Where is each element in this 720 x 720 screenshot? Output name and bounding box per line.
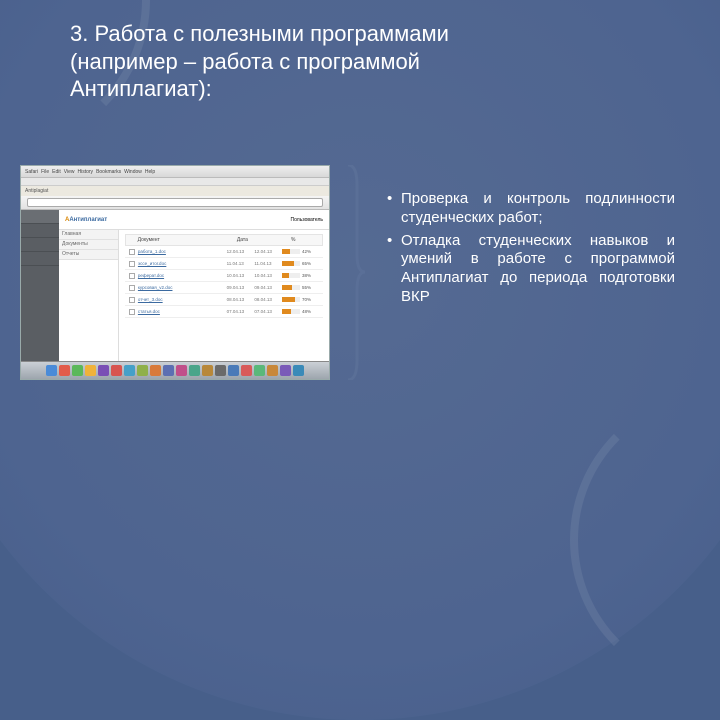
sidenav-item: Отчеты (59, 250, 118, 260)
menu-item: Window (124, 169, 142, 175)
dock-icon (46, 365, 57, 376)
table-row: курсовая_v2.doc09.04.1309.04.1355% (125, 282, 323, 294)
dock-icon (85, 365, 96, 376)
dock-icon (111, 365, 122, 376)
dock-icon (189, 365, 200, 376)
dock-icon (98, 365, 109, 376)
user-label: Пользователь (291, 217, 323, 223)
curly-bracket-icon (345, 165, 365, 380)
menu-item: Help (145, 169, 155, 175)
content-area: ААнтиплагиат Пользователь Главная Докуме… (21, 210, 329, 361)
table-row: статья.doc07.04.1307.04.1348% (125, 306, 323, 318)
sidenav-item: Документы (59, 240, 118, 250)
bullet-list: Проверка и контроль подлинности студенче… (385, 190, 675, 311)
tab-bar: Antiplagiat (21, 186, 329, 196)
sidenav-item: Главная (59, 230, 118, 240)
dock-icon (163, 365, 174, 376)
dock-icon (241, 365, 252, 376)
menu-item: Edit (52, 169, 61, 175)
main-pane: ААнтиплагиат Пользователь Главная Докуме… (59, 210, 329, 361)
side-nav: Главная Документы Отчеты (59, 230, 119, 361)
dock-icon (202, 365, 213, 376)
dock-icon (124, 365, 135, 376)
left-panel (21, 210, 59, 361)
menu-item: Safari (25, 169, 38, 175)
browser-chrome (21, 178, 329, 186)
table-row: работа_1.doc12.04.1312.04.1342% (125, 246, 323, 258)
col-document: Документ (138, 237, 237, 243)
table-row: отчет_3.doc08.04.1308.04.1370% (125, 294, 323, 306)
toolbar (21, 196, 329, 210)
dock-icon (293, 365, 304, 376)
menubar: Safari File Edit View History Bookmarks … (21, 166, 329, 178)
table-row: реферат.doc10.04.1310.04.1338% (125, 270, 323, 282)
dock-icon (267, 365, 278, 376)
dock-icon (137, 365, 148, 376)
col-date: Дата (237, 237, 264, 243)
brand-text: Антиплагиат (69, 217, 107, 223)
screenshot-antiplagiat: Safari File Edit View History Bookmarks … (20, 165, 330, 380)
dock-icon (254, 365, 265, 376)
dock-icon (215, 365, 226, 376)
tab-title: Antiplagiat (25, 188, 48, 194)
bullet-item: Отладка студенческих навыков и умений в … (385, 232, 675, 307)
slide-title: 3. Работа с полезными программами (напри… (70, 20, 660, 103)
app-header: ААнтиплагиат Пользователь (59, 210, 329, 230)
dock-icon (280, 365, 291, 376)
dock-icon (176, 365, 187, 376)
col-percent: % (291, 237, 318, 243)
table-row: эссе_итог.doc11.04.1311.04.1365% (125, 258, 323, 270)
table-header: Документ Дата % (125, 234, 323, 246)
title-line-2: (например – работа с программой (70, 48, 660, 76)
menu-item: History (78, 169, 94, 175)
menu-item: View (64, 169, 75, 175)
dock-icon (228, 365, 239, 376)
brand-logo: ААнтиплагиат (65, 217, 107, 223)
dock-icon (72, 365, 83, 376)
dock-icon (150, 365, 161, 376)
url-bar (27, 198, 323, 207)
menu-item: Bookmarks (96, 169, 121, 175)
bullet-item: Проверка и контроль подлинности студенче… (385, 190, 675, 228)
title-line-3: Антиплагиат): (70, 75, 660, 103)
menu-item: File (41, 169, 49, 175)
documents-table: Документ Дата % работа_1.doc12.04.1312.0… (119, 230, 329, 361)
dock (21, 361, 329, 379)
title-line-1: 3. Работа с полезными программами (70, 20, 660, 48)
content-split: Главная Документы Отчеты Документ Дата %… (59, 230, 329, 361)
dock-icon (59, 365, 70, 376)
